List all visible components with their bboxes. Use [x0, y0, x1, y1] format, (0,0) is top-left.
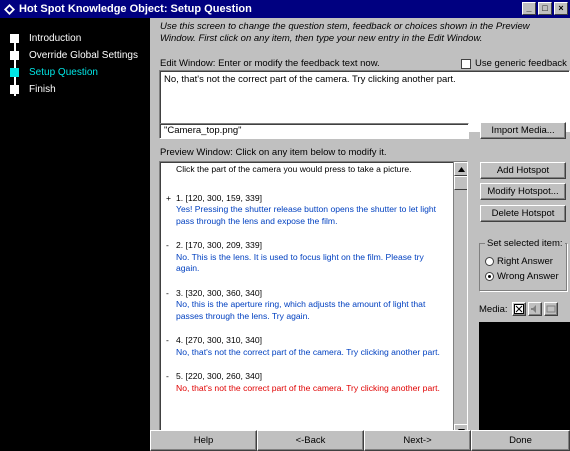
step-label: Finish — [29, 84, 56, 95]
right-answer-label: Right Answer — [497, 256, 553, 267]
maximize-icon: □ — [542, 3, 548, 13]
hotspot-feedback: Yes! Pressing the shutter release button… — [176, 204, 437, 226]
wrong-answer-radio[interactable]: Wrong Answer — [485, 271, 559, 282]
wrong-answer-label: Wrong Answer — [497, 271, 559, 282]
hotspot-item-1[interactable]: + 1. [120, 300, 159, 339] Yes! Pressing … — [166, 193, 448, 228]
step-override-global-settings[interactable]: Override Global Settings — [10, 47, 138, 64]
step-marker — [10, 68, 19, 77]
media-filename-field[interactable]: "Camera_top.png" — [159, 123, 469, 139]
preview-scrollbar[interactable] — [453, 162, 467, 438]
done-button[interactable]: Done — [471, 430, 570, 451]
preview-window: Click the part of the camera you would p… — [159, 161, 468, 439]
media-preview-area — [479, 322, 570, 432]
clip-button[interactable] — [543, 302, 558, 316]
hotspot-feedback: No, that's not the correct part of the c… — [176, 346, 440, 357]
set-selected-item-group: Set selected item: Right Answer Wrong An… — [479, 238, 567, 291]
minimize-button[interactable]: _ — [522, 2, 536, 15]
navigation-bar: Help <-Back Next-> Done — [150, 430, 570, 451]
hotspot-coords: 2. [170, 300, 209, 339] — [176, 240, 263, 250]
hotspot-item-4[interactable]: - 4. [270, 300, 310, 340] No, that's not… — [166, 335, 448, 358]
scroll-thumb[interactable] — [454, 176, 467, 190]
step-marker — [10, 51, 19, 60]
speaker-button[interactable] — [527, 302, 542, 316]
instructions-text: Use this screen to change the question s… — [160, 21, 530, 44]
generic-feedback-checkbox[interactable]: Use generic feedback — [461, 58, 567, 69]
triangle-up-icon — [457, 166, 465, 172]
delete-hotspot-button[interactable]: Delete Hotspot — [480, 205, 566, 222]
incorrect-mark: - — [166, 335, 169, 345]
modify-hotspot-button[interactable]: Modify Hotspot... — [480, 183, 566, 200]
help-button[interactable]: Help — [150, 430, 257, 451]
step-finish[interactable]: Finish — [10, 81, 138, 98]
hotspot-item-2[interactable]: - 2. [170, 300, 209, 339] No. This is th… — [166, 240, 448, 275]
main-panel: Use this screen to change the question s… — [150, 18, 570, 451]
step-label: Override Global Settings — [29, 50, 138, 61]
import-media-button[interactable]: Import Media... — [480, 122, 566, 139]
film-button[interactable] — [511, 302, 526, 316]
media-label: Media: — [479, 303, 508, 315]
incorrect-mark: - — [166, 287, 169, 298]
film-icon — [513, 304, 524, 314]
hotspot-coords: 5. [220, 300, 260, 340] — [176, 371, 263, 381]
hotspot-feedback: No. This is the lens. It is used to focu… — [176, 251, 424, 274]
media-controls: Media: — [479, 302, 558, 316]
radio-circle-selected[interactable] — [485, 272, 494, 281]
hotspot-coords: 1. [120, 300, 159, 339] — [176, 192, 263, 203]
add-hotspot-button[interactable]: Add Hotspot — [480, 162, 566, 179]
generic-feedback-label: Use generic feedback — [475, 58, 567, 69]
close-button[interactable]: × — [554, 2, 568, 15]
hotspot-item-5[interactable]: - 5. [220, 300, 260, 340] No, that's not… — [166, 371, 448, 394]
step-setup-question[interactable]: Setup Question — [10, 64, 138, 81]
scroll-up-button[interactable] — [454, 162, 467, 176]
correct-mark: + — [166, 192, 172, 203]
next-button[interactable]: Next-> — [364, 430, 471, 451]
minimize-icon: _ — [526, 3, 532, 13]
hotspot-item-3[interactable]: - 3. [320, 300, 360, 340] No, this is th… — [166, 288, 448, 323]
incorrect-mark: - — [166, 240, 169, 250]
step-label: Introduction — [29, 33, 82, 44]
step-marker — [10, 34, 19, 43]
right-answer-radio[interactable]: Right Answer — [485, 256, 553, 267]
title-bar: Hot Spot Knowledge Object: Setup Questio… — [0, 0, 570, 18]
hotspot-coords: 4. [270, 300, 310, 340] — [176, 335, 263, 345]
hotspot-feedback: No, this is the aperture ring, which adj… — [176, 299, 426, 321]
question-stem[interactable]: Click the part of the camera you would p… — [166, 164, 448, 176]
wizard-sidebar: Introduction Override Global Settings Se… — [0, 18, 150, 451]
back-button[interactable]: <-Back — [257, 430, 364, 451]
maximize-button[interactable]: □ — [538, 2, 552, 15]
group-title: Set selected item: — [485, 238, 565, 249]
hotspot-coords: 3. [320, 300, 360, 340] — [176, 287, 263, 298]
window-title: Hot Spot Knowledge Object: Setup Questio… — [19, 3, 252, 15]
radio-circle[interactable] — [485, 257, 494, 266]
diamond-app-icon — [3, 3, 15, 15]
clip-icon — [546, 305, 556, 313]
hotspot-feedback-selected: No, that's not the correct part of the c… — [176, 382, 440, 393]
incorrect-mark: - — [166, 371, 169, 381]
speaker-icon — [530, 305, 536, 313]
preview-window-label: Preview Window: Click on any item below … — [160, 147, 387, 158]
step-introduction[interactable]: Introduction — [10, 30, 138, 47]
radio-dot — [488, 275, 491, 278]
checkbox-box[interactable] — [461, 58, 471, 69]
close-icon: × — [558, 3, 564, 13]
step-label: Setup Question — [29, 67, 98, 78]
edit-window-label: Edit Window: Enter or modify the feedbac… — [160, 58, 380, 69]
step-marker — [10, 85, 19, 94]
